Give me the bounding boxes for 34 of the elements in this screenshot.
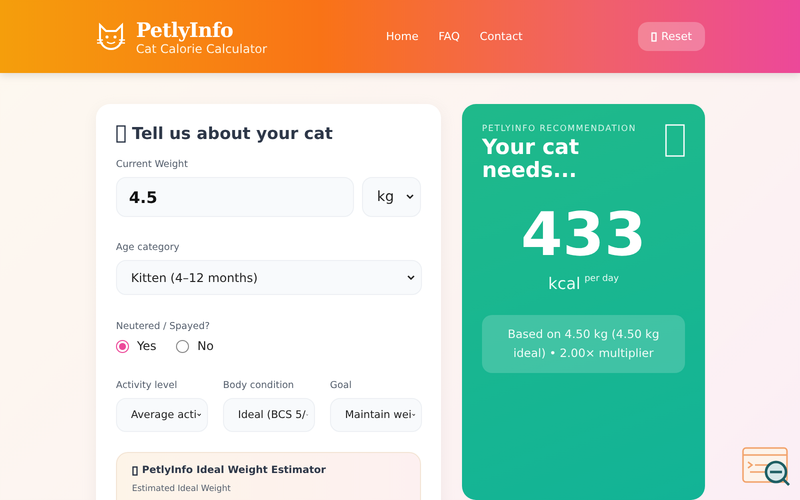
box-icon [665,124,685,157]
radio-option[interactable]: Yes [116,339,156,353]
field-label: Neutered / Spayed? [116,321,211,332]
box-icon [132,466,138,476]
browser-search-icon[interactable] [742,446,792,488]
dropdown-select[interactable]: Maintain wei [330,398,422,432]
form-title: Tell us about your cat [132,124,333,143]
chevron-icon [196,412,201,418]
field-label: Body condition [223,380,295,391]
period-label: per day [584,274,619,284]
chevron-icon [407,274,415,280]
cat-logo-icon [96,22,126,52]
field-label: Activity level [116,380,178,391]
brand-subtitle: Cat Calorie Calculator [136,42,268,56]
result-note: Based on 4.50 kg (4.50 kg ideal) • 2.00× multiplier [482,315,685,373]
box-icon [116,124,126,142]
box-icon [651,32,658,42]
unit-select[interactable]: kg [362,177,421,217]
field-label: Current Weight [116,159,189,170]
calorie-value: 433 [520,200,648,270]
result-eyebrow: PETLYINFO RECOMMENDATION [482,124,636,134]
chevron-icon [406,194,414,200]
age-select[interactable]: Kitten (4–12 months) [116,260,422,295]
field-label: Estimated Ideal Weight [132,484,232,494]
field-label: Age category [116,242,180,253]
field-label: Goal [330,380,353,391]
brand-name: PetlyInfo [136,18,234,42]
dropdown-select[interactable]: Average acti [116,398,208,432]
estimator-title: PetlyInfo Ideal Weight Estimator [142,465,326,476]
result-title: Your cat needs... [482,136,580,182]
radio-option[interactable]: No [176,339,214,353]
calorie-unit: kcal [548,274,580,293]
weight-input[interactable]: 4.5 [116,177,354,217]
dropdown-select[interactable]: Ideal (BCS 5/ [223,398,315,432]
